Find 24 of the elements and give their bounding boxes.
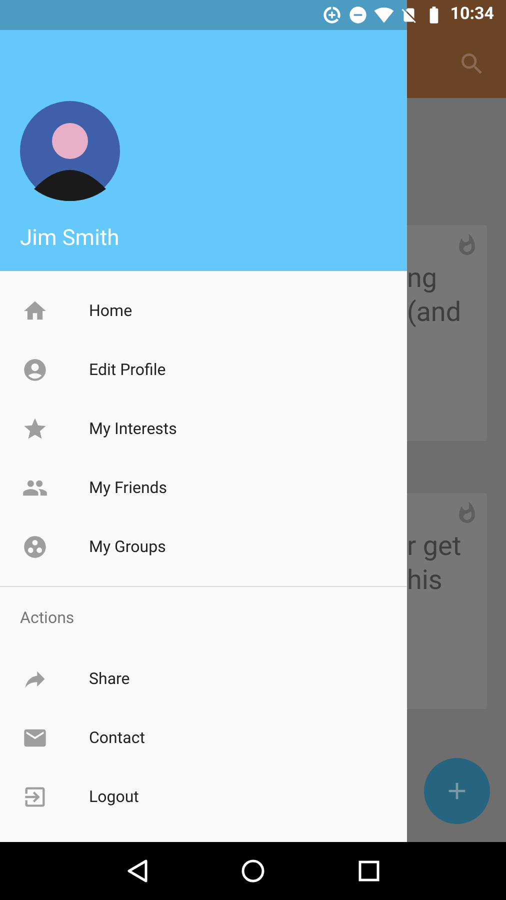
wifi-icon: [374, 5, 394, 25]
menu-item[interactable]: My Interests: [0, 399, 407, 458]
profile-icon: [22, 356, 48, 382]
star-icon: [22, 416, 48, 442]
menu-item[interactable]: Share: [0, 649, 407, 708]
group-icon: [22, 534, 48, 560]
card-text: ng: [407, 261, 438, 295]
menu-item[interactable]: Contact: [0, 708, 407, 767]
section-title: Actions: [19, 607, 76, 629]
user-name: Jim Smith: [20, 225, 120, 253]
back-icon[interactable]: [126, 859, 148, 883]
do-not-disturb-icon: [348, 5, 368, 25]
menu-item[interactable]: My Groups: [0, 517, 407, 576]
menu-item[interactable]: Home: [0, 281, 407, 340]
menu-item[interactable]: Logout: [0, 767, 407, 826]
card-text: his: [407, 563, 444, 597]
recents-icon[interactable]: [358, 860, 380, 882]
menu-item[interactable]: Edit Profile: [0, 340, 407, 399]
menu-item[interactable]: My Friends: [0, 458, 407, 517]
card-text: r get: [407, 529, 462, 563]
data-saver-icon: [322, 5, 342, 25]
clock: 10:34: [450, 3, 494, 26]
home-button-icon[interactable]: [240, 859, 265, 883]
card-text: (and: [407, 295, 462, 329]
